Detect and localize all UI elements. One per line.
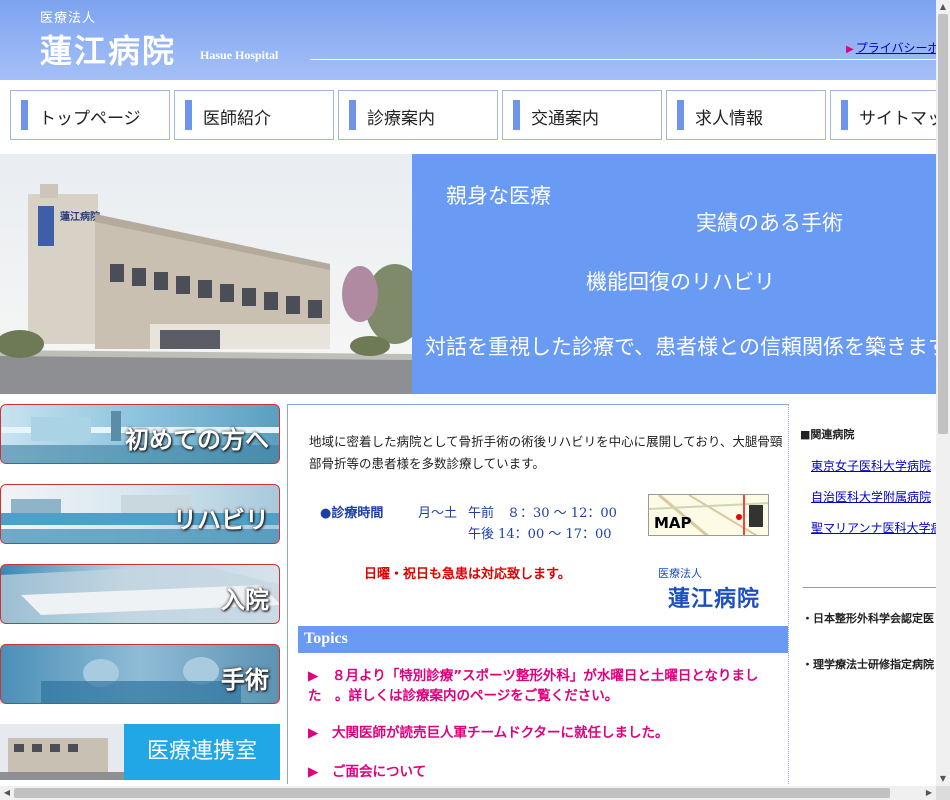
nav-accent-bar bbox=[185, 100, 192, 130]
scroll-down-icon[interactable]: ▼ bbox=[936, 772, 950, 786]
header-divider bbox=[310, 59, 936, 60]
arrow-right-icon: ▶ bbox=[308, 725, 319, 741]
nav-sitemap[interactable]: サイトマップ bbox=[830, 90, 936, 140]
building-illustration: 蓮江病院 bbox=[0, 154, 412, 394]
first-visit-label: 初めての方へ bbox=[125, 426, 269, 454]
vertical-scroll-thumb[interactable] bbox=[938, 14, 948, 434]
related-hospitals-heading: ■関連病院 bbox=[800, 428, 855, 441]
nav-accent-bar bbox=[21, 100, 28, 130]
main-content: 地域に密着した病院として骨折手術の術後リハビリを中心に展開しており、大腿骨頸部骨… bbox=[287, 404, 789, 784]
nav-access[interactable]: 交通案内 bbox=[502, 90, 662, 140]
related-hospital-link[interactable]: 自治医科大学附属病院 bbox=[811, 488, 931, 505]
liaison-building-photo bbox=[0, 724, 124, 780]
horizontal-scroll-thumb[interactable] bbox=[14, 788, 890, 798]
nav-label: トップページ bbox=[39, 109, 141, 129]
hospital-logo-title[interactable]: 蓮江病院 bbox=[40, 26, 176, 72]
hours-morning: 午前 ８：30 ～ 12：00 bbox=[468, 506, 617, 521]
topic-item[interactable]: ▶ 大関医師が読売巨人軍チームドクターに就任しました。 bbox=[308, 723, 780, 743]
topic-text: ご面会について bbox=[332, 764, 427, 780]
privacy-policy-link[interactable]: ▶ プライバシーポ bbox=[846, 39, 939, 56]
nav-jobs[interactable]: 求人情報 bbox=[666, 90, 826, 140]
tagline-line-1: 親身な医療 bbox=[446, 184, 551, 208]
hours-days: 月～土 bbox=[418, 506, 458, 521]
nav-label: 医師紹介 bbox=[203, 109, 271, 129]
rehab-label: リハビリ bbox=[173, 506, 269, 534]
signature-corp: 医療法人 bbox=[658, 567, 702, 580]
map-thumbnail-link[interactable]: MAP bbox=[648, 494, 769, 536]
privacy-policy-label: プライバシーポ bbox=[855, 41, 940, 55]
nav-top-page[interactable]: トップページ bbox=[10, 90, 170, 140]
certification-note: ・理学療法士研修指定病院 bbox=[802, 658, 934, 671]
emergency-note: 日曜・祝日も急患は対応致します。 bbox=[364, 567, 571, 582]
rehab-banner[interactable]: リハビリ bbox=[0, 484, 280, 544]
main-nav: トップページ 医師紹介 診療案内 交通案内 求人情報 サイトマップ bbox=[0, 80, 936, 154]
triangle-right-icon: ▶ bbox=[846, 44, 854, 55]
nav-accent-bar bbox=[677, 100, 684, 130]
related-hospitals-column: ■関連病院 東京女子医科大学病院 自治医科大学附属病院 聖マリアンナ医科大学病院… bbox=[790, 404, 936, 784]
admission-banner[interactable]: 入院 bbox=[0, 564, 280, 624]
nav-label: 診療案内 bbox=[367, 109, 435, 129]
hero-tagline-panel: 親身な医療 実績のある手術 機能回復のリハビリ 対話を重視した診療で、患者様との… bbox=[412, 154, 936, 394]
related-hospital-link[interactable]: 聖マリアンナ医科大学病院 bbox=[811, 519, 936, 536]
hours-afternoon: 午後 14：00 ～ 17：00 bbox=[468, 527, 612, 542]
related-hospital-link[interactable]: 東京女子医科大学病院 bbox=[811, 457, 931, 474]
nav-accent-bar bbox=[513, 100, 520, 130]
site-header: 医療法人 蓮江病院 Hasue Hospital ▶ プライバシーポ bbox=[0, 0, 939, 80]
tagline-line-3: 機能回復のリハビリ bbox=[586, 270, 775, 294]
topic-item[interactable]: ▶ ８月より「特別診療”スポーツ整形外科」が水曜日と土曜日となりました 。詳しくは… bbox=[308, 666, 780, 706]
admission-label: 入院 bbox=[221, 586, 269, 614]
nav-accent-bar bbox=[349, 100, 356, 130]
scroll-up-icon[interactable]: ▲ bbox=[936, 0, 950, 14]
topics-header: Topics bbox=[298, 626, 788, 653]
nav-services[interactable]: 診療案内 bbox=[338, 90, 498, 140]
nav-label: 交通案内 bbox=[531, 109, 599, 129]
horizontal-scrollbar[interactable]: ◀ ▶ bbox=[0, 786, 936, 800]
surgery-label: 手術 bbox=[221, 666, 269, 694]
scroll-right-icon[interactable]: ▶ bbox=[922, 786, 936, 800]
topic-item[interactable]: ▶ ご面会について bbox=[308, 762, 780, 782]
hospital-building-photo: 蓮江病院 bbox=[0, 154, 412, 394]
surgery-banner[interactable]: 手術 bbox=[0, 644, 280, 704]
vertical-scrollbar[interactable]: ▲ ▼ bbox=[936, 0, 950, 786]
nav-accent-bar bbox=[841, 100, 848, 130]
signature-name: 蓮江病院 bbox=[668, 586, 761, 612]
hours-label: ●診療時間 bbox=[320, 506, 384, 521]
corp-type-label: 医療法人 bbox=[40, 11, 97, 26]
tagline-line-2: 実績のある手術 bbox=[696, 211, 843, 235]
arrow-right-icon: ▶ bbox=[308, 764, 319, 780]
tagline-line-4: 対話を重視した診療で、患者様との信頼関係を築きます bbox=[425, 335, 936, 359]
arrow-right-icon: ▶ bbox=[308, 668, 319, 684]
intro-text: 地域に密着した病院として骨折手術の術後リハビリを中心に展開しており、大腿骨頸部骨… bbox=[309, 434, 783, 471]
scrollbar-corner bbox=[936, 786, 950, 800]
certification-note: ・日本整形外科学会認定医 bbox=[802, 612, 934, 625]
medical-liaison-banner[interactable]: 医療連携室 bbox=[0, 724, 280, 780]
nav-label: サイトマップ bbox=[859, 109, 936, 129]
hospital-english-name: Hasue Hospital bbox=[200, 48, 279, 62]
svg-text:蓮江病院: 蓮江病院 bbox=[60, 210, 100, 223]
topic-text: ８月より「特別診療”スポーツ整形外科」が水曜日と土曜日となりました 。詳しくは診… bbox=[308, 668, 759, 704]
topic-text: 大関医師が読売巨人軍チームドクターに就任しました。 bbox=[332, 725, 669, 741]
map-label: MAP bbox=[654, 514, 692, 532]
nav-doctors[interactable]: 医師紹介 bbox=[174, 90, 334, 140]
right-divider bbox=[803, 587, 936, 588]
scroll-left-icon[interactable]: ◀ bbox=[0, 786, 14, 800]
liaison-label: 医療連携室 bbox=[124, 724, 280, 780]
first-visit-banner[interactable]: 初めての方へ bbox=[0, 404, 280, 464]
nav-label: 求人情報 bbox=[695, 109, 763, 129]
topics-title: Topics bbox=[304, 630, 348, 647]
